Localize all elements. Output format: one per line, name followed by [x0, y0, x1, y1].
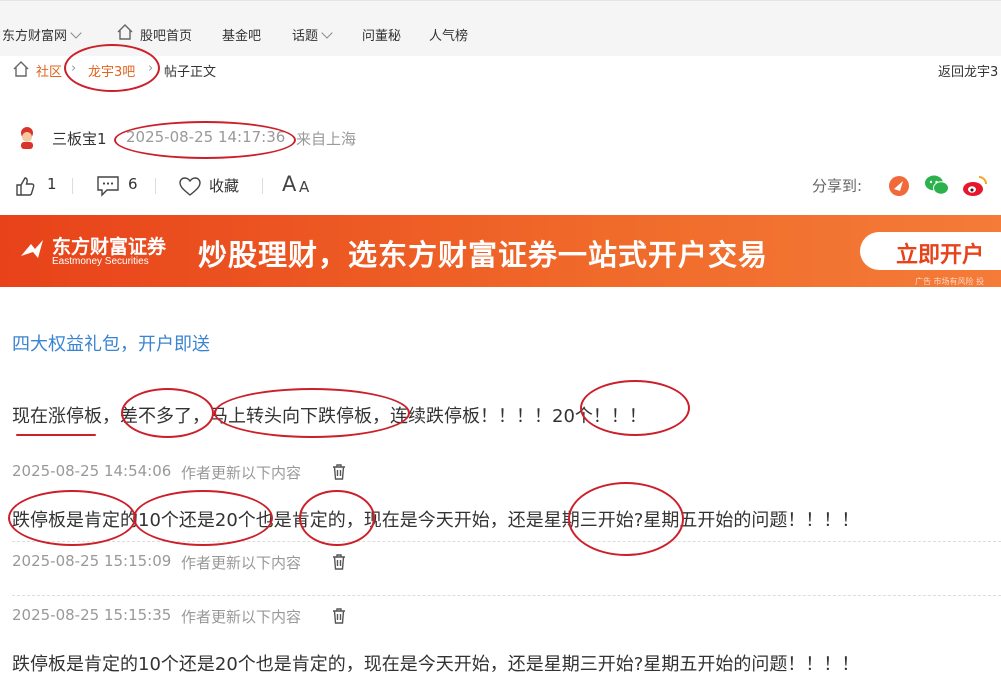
divider — [72, 178, 73, 194]
ad-tag: 广告 市场有风险 投 — [915, 277, 985, 286]
annotation-circle — [214, 388, 410, 438]
share-wechat-icon[interactable] — [924, 174, 950, 196]
promo-link[interactable]: 四大权益礼包，开户即送 — [12, 330, 210, 356]
divider — [155, 178, 156, 194]
annotation-circle — [133, 490, 273, 546]
share-label: 分享到: — [812, 177, 863, 195]
top-nav: 东方财富网 股吧首页 基金吧 话题 问董秘 人气榜 — [0, 0, 1001, 56]
trash-icon[interactable] — [331, 463, 347, 480]
font-size-small[interactable]: A — [299, 178, 309, 196]
update-time: 2025-08-25 15:15:35 — [12, 606, 172, 624]
comment-count: 6 — [128, 175, 138, 193]
banner-slogan: 炒股理财，选东方财富证券一站式开户交易 — [198, 238, 769, 272]
share-weibo-icon[interactable] — [962, 174, 988, 198]
comment-icon[interactable] — [96, 175, 120, 197]
annotation-circle — [121, 388, 214, 438]
banner-brand: 东方财富证券 — [52, 236, 167, 258]
heart-icon[interactable] — [178, 176, 202, 197]
divider — [262, 178, 263, 194]
breadcrumb-community[interactable]: 社区 — [36, 61, 62, 80]
update-text: 跌停板是肯定的10个还是20个也是肯定的，现在是今天开始，还是星期三开始?星期五… — [12, 654, 860, 675]
annotation-circle — [114, 121, 296, 159]
share-qzone-icon[interactable] — [888, 175, 910, 197]
ad-banner[interactable]: 东方财富证券 Eastmoney Securities 炒股理财，选东方财富证券… — [0, 215, 1001, 287]
home-icon — [117, 24, 133, 40]
annotation-underline — [16, 434, 96, 436]
annotation-circle — [568, 482, 684, 556]
breadcrumb-current: 帖子正文 — [164, 65, 217, 80]
annotation-circle — [580, 380, 690, 436]
trash-icon[interactable] — [331, 553, 347, 570]
banner-brand-en: Eastmoney Securities — [52, 256, 149, 267]
eastmoney-logo-icon — [21, 240, 43, 258]
update-time: 2025-08-25 14:54:06 — [12, 462, 172, 480]
divider — [12, 541, 1001, 542]
home-icon — [13, 61, 29, 77]
nav-ask-secretary[interactable]: 问董秘 — [362, 25, 401, 44]
annotation-circle — [8, 490, 136, 546]
update-label: 作者更新以下内容 — [181, 464, 302, 482]
like-count: 1 — [47, 175, 57, 193]
nav-popularity[interactable]: 人气榜 — [429, 25, 468, 44]
update-time: 2025-08-25 15:15:09 — [12, 552, 172, 570]
update-label: 作者更新以下内容 — [181, 554, 302, 572]
nav-topics[interactable]: 话题 — [292, 25, 333, 44]
favorite-button[interactable]: 收藏 — [209, 175, 239, 196]
chevron-down-icon — [321, 27, 333, 39]
back-to-bar-link[interactable]: 返回龙宇3 — [938, 61, 998, 80]
open-account-button[interactable]: 立即开户 — [860, 232, 1001, 270]
thumbs-up-icon[interactable] — [14, 175, 36, 197]
trash-icon[interactable] — [331, 607, 347, 624]
nav-eastmoney[interactable]: 东方财富网 — [2, 25, 82, 44]
annotation-circle — [64, 44, 160, 92]
post-location: 来自上海 — [296, 130, 357, 148]
author-name[interactable]: 三板宝1 — [52, 128, 107, 149]
annotation-circle — [299, 490, 375, 546]
divider — [12, 595, 1001, 596]
nav-guba-home[interactable]: 股吧首页 — [116, 24, 192, 44]
nav-fund-bar[interactable]: 基金吧 — [222, 25, 261, 44]
open-account-label: 立即开户 — [896, 243, 985, 268]
avatar[interactable] — [16, 126, 38, 150]
chevron-down-icon — [70, 27, 82, 39]
update-label: 作者更新以下内容 — [181, 608, 302, 626]
font-size-large[interactable]: A — [282, 172, 296, 196]
